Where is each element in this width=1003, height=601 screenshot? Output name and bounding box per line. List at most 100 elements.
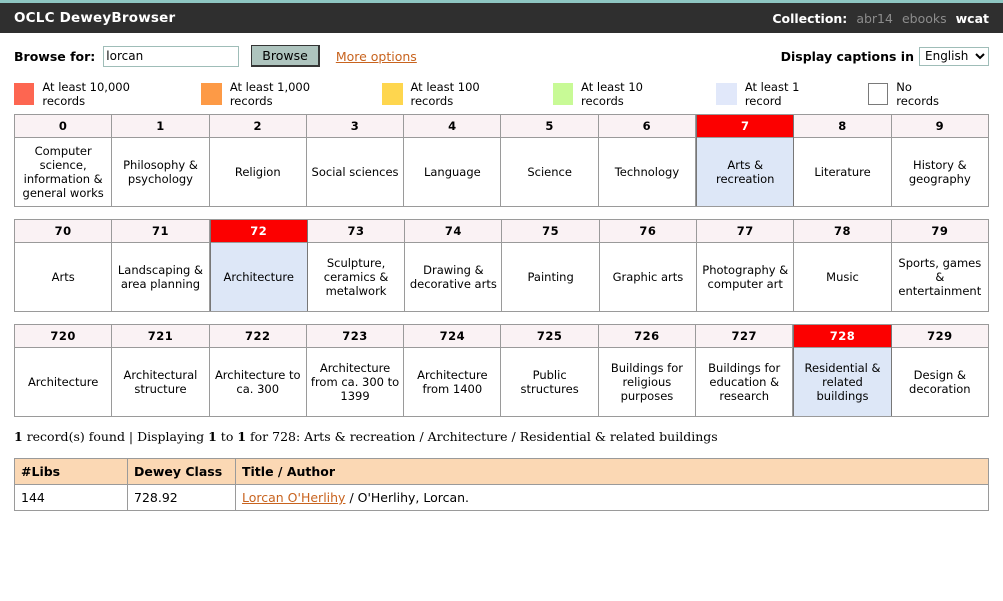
dewey-cell-4[interactable]: 4 Language bbox=[404, 115, 502, 206]
dewey-cell-number[interactable]: 2 bbox=[209, 115, 306, 138]
dewey-cell-6[interactable]: 6 Technology bbox=[598, 115, 697, 206]
dewey-cell-number[interactable]: 729 bbox=[891, 325, 988, 348]
dewey-cell-2[interactable]: 2 Religion bbox=[209, 115, 307, 206]
dewey-cell-number[interactable]: 78 bbox=[794, 220, 891, 243]
collection-tab-abr14[interactable]: abr14 bbox=[856, 11, 893, 26]
dewey-cell-74[interactable]: 74 Drawing & decorative arts bbox=[405, 220, 503, 311]
dewey-cell-caption[interactable]: Arts & recreation bbox=[697, 138, 794, 206]
dewey-cell-721[interactable]: 721 Architectural structure bbox=[112, 325, 210, 416]
dewey-cell-number[interactable]: 726 bbox=[598, 325, 696, 348]
dewey-cell-caption[interactable]: Photography & computer art bbox=[697, 243, 794, 311]
dewey-cell-720[interactable]: 720 Architecture bbox=[15, 325, 113, 416]
dewey-cell-caption[interactable]: Language bbox=[404, 138, 501, 206]
dewey-cell-number[interactable]: 720 bbox=[15, 325, 112, 348]
column-header-libs[interactable]: #Libs bbox=[14, 458, 128, 485]
language-select[interactable]: English bbox=[919, 46, 989, 66]
dewey-cell-caption[interactable]: Technology bbox=[598, 138, 696, 206]
dewey-cell-5[interactable]: 5 Science bbox=[501, 115, 599, 206]
dewey-cell-number[interactable]: 722 bbox=[209, 325, 306, 348]
browse-button[interactable]: Browse bbox=[251, 45, 320, 67]
dewey-cell-caption[interactable]: Architecture bbox=[210, 243, 307, 311]
dewey-cell-724[interactable]: 724 Architecture from 1400 bbox=[404, 325, 502, 416]
dewey-cell-9[interactable]: 9 History & geography bbox=[891, 115, 988, 206]
dewey-cell-caption[interactable]: Science bbox=[501, 138, 598, 206]
dewey-cell-caption[interactable]: Architecture to ca. 300 bbox=[209, 348, 306, 416]
dewey-cell-70[interactable]: 70 Arts bbox=[15, 220, 113, 311]
dewey-cell-number[interactable]: 72 bbox=[210, 220, 307, 243]
dewey-cell-caption[interactable]: Landscaping & area planning bbox=[112, 243, 209, 311]
dewey-cell-729[interactable]: 729 Design & decoration bbox=[891, 325, 988, 416]
column-header-dewey-class[interactable]: Dewey Class bbox=[127, 458, 236, 485]
dewey-cell-8[interactable]: 8 Literature bbox=[794, 115, 892, 206]
dewey-cell-number[interactable]: 721 bbox=[112, 325, 209, 348]
dewey-cell-caption[interactable]: Sculpture, ceramics & metalwork bbox=[307, 243, 405, 311]
dewey-cell-caption[interactable]: Public structures bbox=[501, 348, 598, 416]
dewey-cell-number[interactable]: 723 bbox=[306, 325, 404, 348]
dewey-cell-0[interactable]: 0 Computer science, information & general… bbox=[15, 115, 113, 206]
dewey-cell-75[interactable]: 75 Painting bbox=[502, 220, 600, 311]
dewey-cell-number[interactable]: 1 bbox=[112, 115, 209, 138]
dewey-cell-number[interactable]: 70 bbox=[15, 220, 112, 243]
dewey-cell-number[interactable]: 725 bbox=[501, 325, 598, 348]
search-input[interactable] bbox=[103, 45, 240, 67]
dewey-cell-caption[interactable]: Architecture from ca. 300 to 1399 bbox=[306, 348, 404, 416]
dewey-cell-caption[interactable]: Music bbox=[794, 243, 891, 311]
dewey-cell-76[interactable]: 76 Graphic arts bbox=[599, 220, 698, 311]
dewey-cell-3[interactable]: 3 Social sciences bbox=[306, 115, 405, 206]
dewey-cell-722[interactable]: 722 Architecture to ca. 300 bbox=[209, 325, 307, 416]
dewey-cell-725[interactable]: 725 Public structures bbox=[501, 325, 599, 416]
dewey-cell-number[interactable]: 3 bbox=[306, 115, 404, 138]
dewey-cell-number[interactable]: 71 bbox=[112, 220, 209, 243]
dewey-cell-73[interactable]: 73 Sculpture, ceramics & metalwork bbox=[307, 220, 406, 311]
dewey-cell-number[interactable]: 0 bbox=[15, 115, 112, 138]
dewey-cell-caption[interactable]: Social sciences bbox=[306, 138, 404, 206]
dewey-cell-number[interactable]: 7 bbox=[697, 115, 794, 138]
title-link[interactable]: Lorcan O'Herlihy bbox=[242, 490, 345, 505]
dewey-cell-caption[interactable]: Buildings for education & research bbox=[696, 348, 793, 416]
dewey-cell-caption[interactable]: Residential & related buildings bbox=[794, 348, 891, 416]
dewey-cell-71[interactable]: 71 Landscaping & area planning bbox=[112, 220, 210, 311]
dewey-cell-caption[interactable]: Literature bbox=[794, 138, 891, 206]
dewey-cell-number[interactable]: 5 bbox=[501, 115, 598, 138]
dewey-cell-1[interactable]: 1 Philosophy & psychology bbox=[112, 115, 210, 206]
dewey-cell-number[interactable]: 77 bbox=[697, 220, 794, 243]
dewey-cell-number[interactable]: 9 bbox=[891, 115, 988, 138]
dewey-cell-number[interactable]: 75 bbox=[502, 220, 599, 243]
collection-tab-wcat[interactable]: wcat bbox=[956, 11, 989, 26]
dewey-cell-caption[interactable]: Architectural structure bbox=[112, 348, 209, 416]
dewey-cell-number[interactable]: 79 bbox=[891, 220, 988, 243]
dewey-cell-number[interactable]: 8 bbox=[794, 115, 891, 138]
dewey-cell-number[interactable]: 728 bbox=[794, 325, 891, 348]
dewey-cell-72[interactable]: 72 Architecture bbox=[209, 220, 308, 311]
dewey-cell-723[interactable]: 723 Architecture from ca. 300 to 1399 bbox=[306, 325, 405, 416]
dewey-cell-number[interactable]: 727 bbox=[696, 325, 793, 348]
dewey-cell-caption[interactable]: Graphic arts bbox=[599, 243, 697, 311]
dewey-cell-number[interactable]: 73 bbox=[307, 220, 405, 243]
dewey-cell-caption[interactable]: Painting bbox=[502, 243, 599, 311]
dewey-cell-caption[interactable]: Philosophy & psychology bbox=[112, 138, 209, 206]
dewey-cell-caption[interactable]: Design & decoration bbox=[891, 348, 988, 416]
collection-tab-ebooks[interactable]: ebooks bbox=[902, 11, 947, 26]
dewey-cell-79[interactable]: 79 Sports, games & entertainment bbox=[891, 220, 988, 311]
dewey-cell-caption[interactable]: Buildings for religious purposes bbox=[598, 348, 696, 416]
dewey-cell-number[interactable]: 74 bbox=[405, 220, 502, 243]
dewey-cell-7[interactable]: 7 Arts & recreation bbox=[696, 115, 795, 206]
dewey-cell-caption[interactable]: Religion bbox=[209, 138, 306, 206]
dewey-cell-728[interactable]: 728 Residential & related buildings bbox=[793, 325, 892, 416]
dewey-cell-number[interactable]: 6 bbox=[598, 115, 696, 138]
dewey-cell-caption[interactable]: Computer science, information & general … bbox=[15, 138, 112, 206]
more-options-link[interactable]: More options bbox=[336, 49, 417, 64]
dewey-cell-77[interactable]: 77 Photography & computer art bbox=[697, 220, 795, 311]
dewey-cell-number[interactable]: 4 bbox=[404, 115, 501, 138]
dewey-cell-caption[interactable]: Arts bbox=[15, 243, 112, 311]
dewey-cell-caption[interactable]: Sports, games & entertainment bbox=[891, 243, 988, 311]
dewey-cell-number[interactable]: 724 bbox=[404, 325, 501, 348]
column-header-title-author[interactable]: Title / Author bbox=[235, 458, 989, 485]
dewey-cell-727[interactable]: 727 Buildings for education & research bbox=[696, 325, 794, 416]
dewey-cell-caption[interactable]: Architecture from 1400 bbox=[404, 348, 501, 416]
dewey-cell-caption[interactable]: History & geography bbox=[891, 138, 988, 206]
dewey-cell-caption[interactable]: Drawing & decorative arts bbox=[405, 243, 502, 311]
dewey-cell-caption[interactable]: Architecture bbox=[15, 348, 112, 416]
dewey-cell-number[interactable]: 76 bbox=[599, 220, 697, 243]
dewey-cell-78[interactable]: 78 Music bbox=[794, 220, 892, 311]
